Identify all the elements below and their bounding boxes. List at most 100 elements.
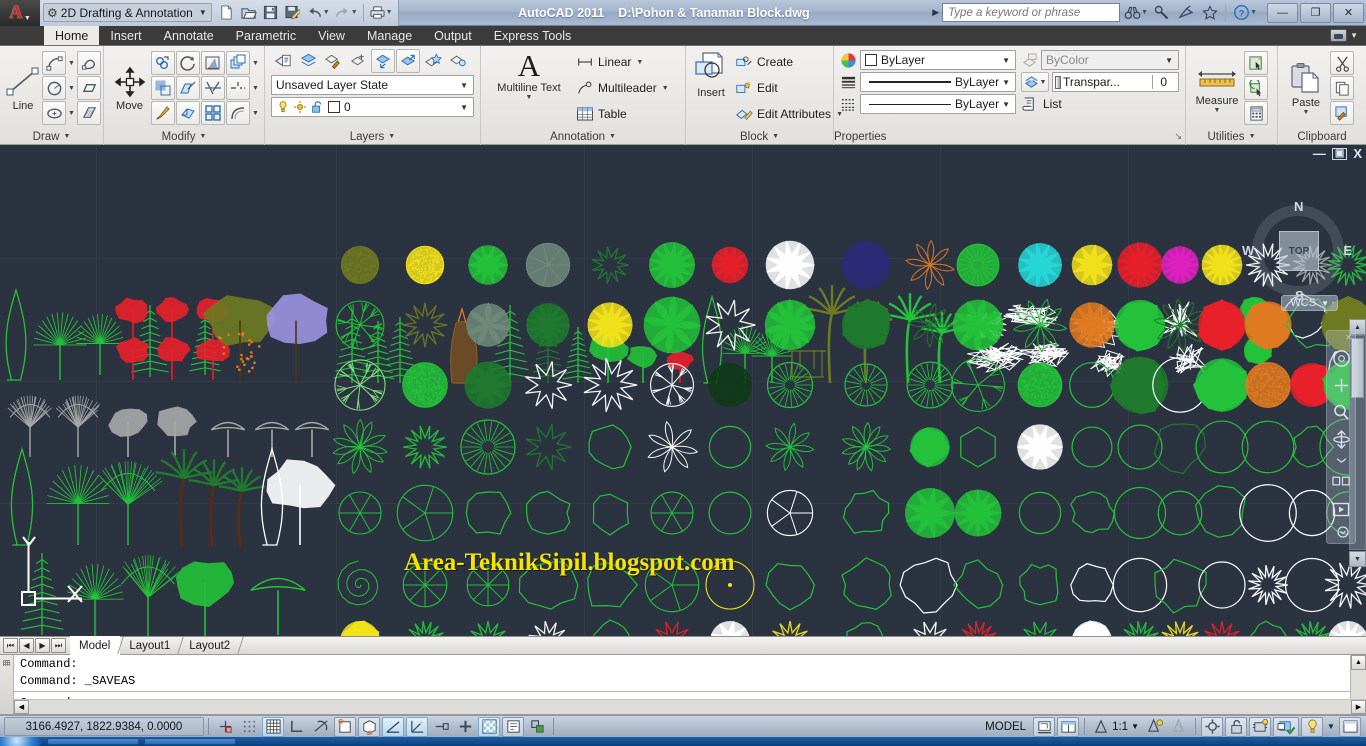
layer-stack-icon[interactable]	[296, 49, 320, 73]
circle-button[interactable]	[42, 76, 66, 100]
panel-properties-title[interactable]: Properties ↘	[834, 128, 1185, 145]
tab-view[interactable]: View	[307, 26, 356, 45]
chevron-down-icon[interactable]: ▼	[1250, 9, 1257, 16]
minimize-ribbon-icon[interactable]	[1330, 29, 1348, 42]
lineweight-toggle[interactable]	[454, 717, 476, 737]
chevron-down-icon[interactable]: ▼	[251, 110, 260, 117]
pan-icon[interactable]	[1330, 375, 1352, 395]
selection-cycling-toggle[interactable]	[526, 717, 548, 737]
save-icon[interactable]	[260, 2, 282, 24]
rectangle-button[interactable]	[77, 76, 101, 100]
ortho-mode-toggle[interactable]	[286, 717, 308, 737]
edit-block-button[interactable]: Edit	[732, 76, 847, 100]
cmd-hscroll-left[interactable]: ◀	[14, 700, 29, 714]
paste-button[interactable]: Paste ▼	[1282, 62, 1330, 116]
view-cube[interactable]: TOP N E S W	[1242, 199, 1352, 303]
chevron-down-icon[interactable]: ▼	[67, 85, 76, 92]
tab-home[interactable]: Home	[44, 26, 100, 45]
copy-clip-icon[interactable]	[1330, 76, 1354, 100]
showmotion-icon[interactable]	[1330, 472, 1352, 492]
dwg-minimize-button[interactable]: —	[1313, 147, 1326, 160]
chevron-down-icon[interactable]: ▼	[386, 9, 393, 16]
autoscale-icon[interactable]	[1168, 717, 1190, 737]
line-button[interactable]: Line	[4, 65, 42, 112]
quick-view-layouts-icon[interactable]	[1033, 716, 1056, 737]
layer-properties-icon[interactable]	[271, 49, 295, 73]
transparency-icon-button[interactable]: ▼	[1021, 72, 1049, 92]
mirror-button[interactable]	[201, 51, 225, 75]
fillet-button[interactable]	[226, 76, 250, 100]
layer-off-icon[interactable]	[446, 49, 470, 73]
panel-layers-title[interactable]: Layers ▼	[265, 128, 480, 145]
space-indicator[interactable]: MODEL	[979, 721, 1032, 733]
chevron-down-icon[interactable]: ▼	[661, 85, 670, 92]
dynamic-input-toggle[interactable]	[430, 717, 452, 737]
play-icon[interactable]	[1330, 499, 1352, 519]
more-options-icon[interactable]	[1332, 526, 1354, 538]
compass-east-label[interactable]: E	[1343, 243, 1352, 258]
minimize-button[interactable]: —	[1267, 2, 1298, 23]
ellipse-button[interactable]	[42, 101, 66, 125]
offset-button[interactable]	[226, 101, 250, 125]
layer-match-icon[interactable]	[321, 49, 345, 73]
collapse-arrow-icon[interactable]: ▶	[929, 7, 942, 18]
list-label[interactable]: List	[1043, 97, 1062, 111]
search-field[interactable]	[942, 3, 1121, 22]
status-bar-lightbulb-icon[interactable]	[1301, 716, 1323, 737]
object-snap-tracking-toggle[interactable]	[382, 716, 404, 737]
edit-attributes-button[interactable]: Edit Attributes ▼	[732, 102, 847, 126]
scroll-down-arrow[interactable]: ▼	[1349, 551, 1366, 567]
trim-button[interactable]	[201, 76, 225, 100]
layer-new-icon[interactable]	[346, 49, 370, 73]
lineweight-dropdown[interactable]: ByLayer ▼	[860, 72, 1016, 92]
tab-output[interactable]: Output	[423, 26, 483, 45]
transparency-slider[interactable]: Transpar... 0	[1052, 72, 1179, 92]
arc-button[interactable]	[42, 51, 66, 75]
tab-parametric[interactable]: Parametric	[225, 26, 307, 45]
communication-center-icon[interactable]	[1150, 1, 1174, 25]
annotation-visibility-icon[interactable]	[1144, 717, 1166, 737]
ucs-selector-button[interactable]: WCS ▼	[1281, 295, 1338, 311]
tab-annotate[interactable]: Annotate	[153, 26, 225, 45]
panel-clipboard-title[interactable]: Clipboard	[1278, 128, 1366, 145]
multiline-text-button[interactable]: A Multiline Text ▼	[485, 50, 573, 101]
cmd-hscroll-right[interactable]: ▶	[1351, 700, 1366, 714]
favorites-star-icon[interactable]	[1198, 1, 1222, 25]
chevron-down-icon[interactable]: ▼	[635, 59, 644, 66]
save-as-icon[interactable]	[282, 2, 304, 24]
hardware-accel-icon[interactable]	[1249, 716, 1271, 737]
command-horizontal-scrollbar[interactable]: ◀ ▶	[14, 699, 1366, 714]
copy-button[interactable]	[151, 51, 175, 75]
layer-isolate-icon[interactable]	[396, 49, 420, 73]
compass-west-label[interactable]: W	[1242, 243, 1254, 258]
start-button[interactable]	[0, 737, 42, 746]
linear-dimension-button[interactable]: Linear ▼	[573, 50, 673, 74]
polar-tracking-toggle[interactable]	[310, 717, 332, 737]
orbit-icon[interactable]	[1330, 429, 1352, 449]
search-input[interactable]	[948, 6, 1115, 19]
panel-modify-title[interactable]: Modify ▼	[104, 128, 264, 145]
object-snap-toggle[interactable]	[334, 716, 356, 737]
rotate-button[interactable]	[176, 51, 200, 75]
hatch-button[interactable]	[77, 101, 101, 125]
lock-icon[interactable]	[1225, 716, 1247, 737]
quick-properties-toggle[interactable]	[502, 716, 524, 737]
layer-state-dropdown[interactable]: Unsaved Layer State ▼	[271, 75, 474, 95]
zoom-icon[interactable]	[1330, 402, 1352, 422]
chevron-down-icon[interactable]: ▼	[251, 85, 260, 92]
3d-object-snap-toggle[interactable]	[358, 716, 380, 737]
chevron-down-icon[interactable]: ▼	[67, 110, 76, 117]
chevron-down-icon[interactable]: ▼	[1141, 9, 1148, 16]
workspace-switcher[interactable]: ⚙ 2D Drafting & Annotation ▼	[43, 3, 212, 22]
table-button[interactable]: Table	[573, 102, 673, 126]
quick-select-icon[interactable]	[1244, 51, 1268, 75]
layer-freeze-icon[interactable]	[421, 49, 445, 73]
compass-north-label[interactable]: N	[1294, 199, 1303, 214]
multileader-button[interactable]: Multileader ▼	[573, 76, 673, 100]
taskbar-item[interactable]	[144, 738, 236, 745]
chevron-down-icon[interactable]	[1330, 456, 1352, 465]
chevron-down-icon[interactable]: ▼	[1350, 31, 1358, 40]
object-color-dropdown[interactable]: ByLayer ▼	[860, 50, 1016, 70]
prev-tab-button[interactable]: ◀	[19, 638, 34, 653]
workspace-gear-icon[interactable]	[1201, 716, 1223, 737]
